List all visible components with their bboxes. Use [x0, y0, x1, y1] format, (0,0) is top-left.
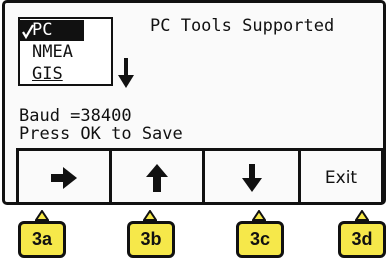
softkey-right[interactable]: [16, 151, 109, 204]
softkey-down[interactable]: [202, 151, 298, 204]
scroll-down-indicator-icon: [118, 58, 134, 88]
hardware-key-3d[interactable]: 3d: [338, 221, 386, 258]
arrow-right-icon: [51, 166, 77, 189]
mode-item-nmea[interactable]: NMEA: [32, 42, 73, 63]
key-pointer-3b-icon: [143, 210, 157, 221]
softkey-exit[interactable]: Exit: [298, 151, 384, 204]
softkey-up[interactable]: [109, 151, 202, 204]
arrow-down-icon: [241, 163, 262, 192]
key-pointer-3c-icon: [252, 210, 266, 221]
mode-label-nmea: NMEA: [32, 42, 73, 62]
exit-label: Exit: [324, 167, 358, 188]
mode-item-gis[interactable]: GIS: [32, 64, 63, 85]
mode-item-pc[interactable]: PC: [20, 20, 84, 41]
lcd-screen: PC NMEA GIS PC Tools Supported Baud =384…: [2, 0, 386, 205]
arrow-up-icon: [146, 163, 168, 192]
hardware-key-3c[interactable]: 3c: [236, 221, 284, 258]
mode-label-gis: GIS: [32, 64, 63, 84]
save-hint: Press OK to Save: [19, 124, 183, 144]
hardware-key-3a[interactable]: 3a: [18, 221, 66, 258]
pc-tools-mode-list[interactable]: PC NMEA GIS: [18, 17, 113, 86]
screen-title: PC Tools Supported: [150, 16, 335, 36]
key-pointer-3d-icon: [355, 210, 369, 221]
softkey-bar: Exit: [16, 148, 384, 204]
key-pointer-3a-icon: [35, 210, 49, 221]
hardware-key-3b[interactable]: 3b: [127, 221, 175, 258]
baud-rate-readout: Baud =38400: [19, 106, 132, 126]
mode-label-pc: PC: [32, 20, 53, 40]
checkmark-icon: [22, 24, 34, 39]
